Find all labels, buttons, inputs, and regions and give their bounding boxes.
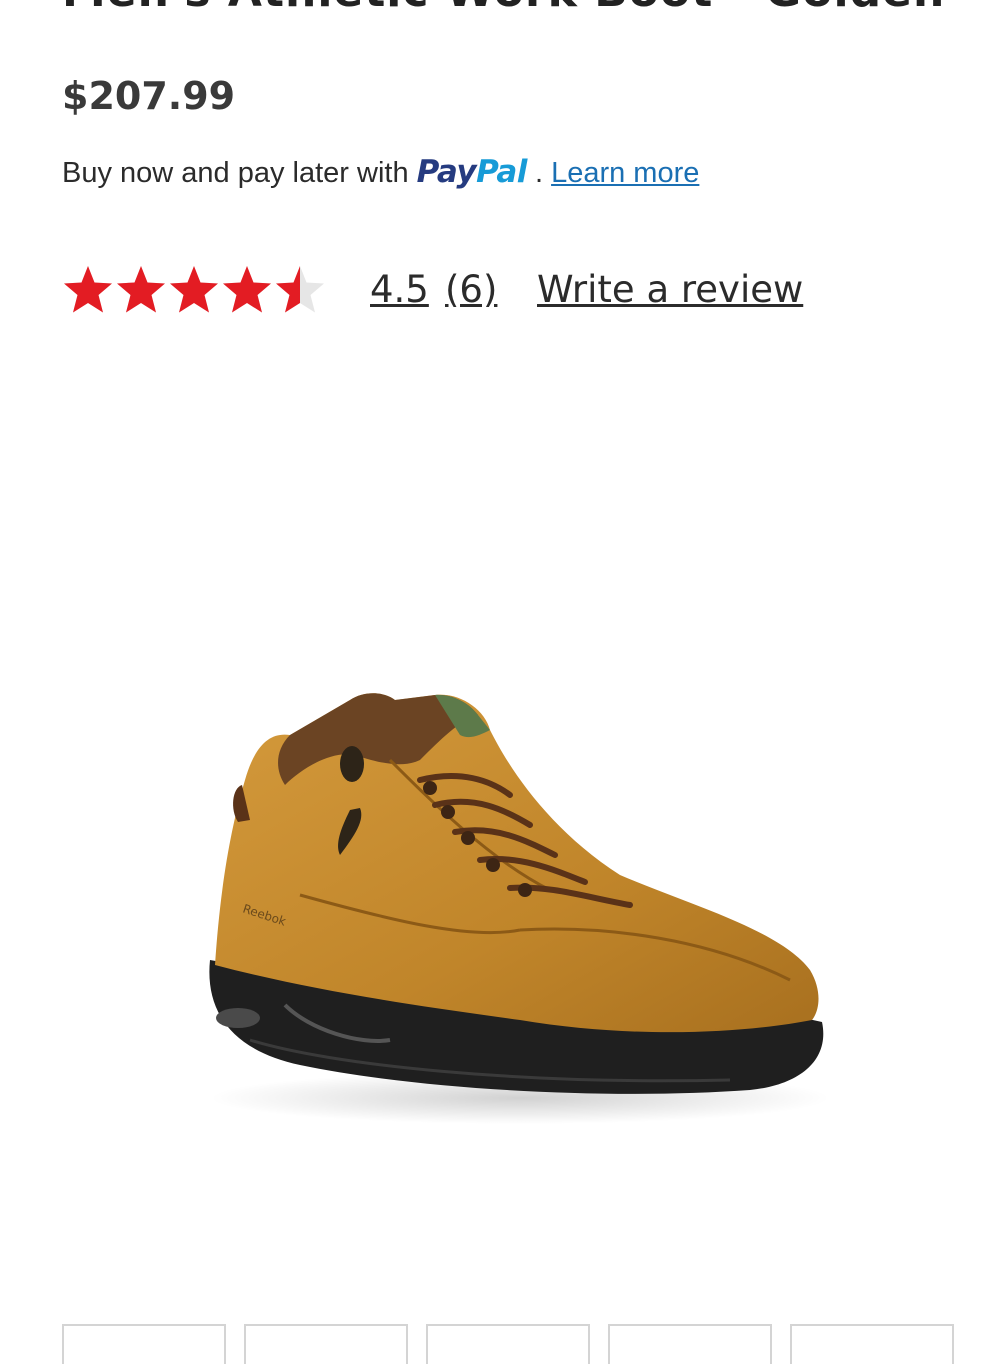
rating-row: 4.5 (6) Write a review — [62, 262, 942, 318]
thumbnail-3[interactable] — [426, 1324, 590, 1364]
thumbnail-4[interactable] — [608, 1324, 772, 1364]
star-icon — [64, 266, 112, 313]
paypal-logo: PayPal — [416, 154, 528, 190]
write-review-link[interactable]: Write a review — [537, 266, 803, 314]
boot-image[interactable]: Reebok — [190, 660, 850, 1130]
product-title: Men's Athletic Work Boot - Golden Tan — [62, 0, 962, 16]
paylater-message: Buy now and pay later with PayPal . Lear… — [62, 152, 699, 193]
paypal-logo-pay: Pay — [416, 154, 477, 190]
paylater-prefix: Buy now and pay later with — [62, 157, 409, 189]
learn-more-link[interactable]: Learn more — [551, 157, 699, 189]
paylater-separator: . — [534, 157, 543, 189]
rating-value-link[interactable]: 4.5 — [370, 266, 429, 314]
star-icon — [117, 266, 165, 313]
boot-icon: Reebok — [209, 693, 830, 1124]
thumbnail-1[interactable] — [62, 1324, 226, 1364]
star-icon — [223, 266, 271, 313]
product-price: $207.99 — [62, 74, 236, 118]
star-rating — [62, 264, 332, 316]
thumbnail-2[interactable] — [244, 1324, 408, 1364]
star-icon — [276, 266, 324, 313]
thumbnail-5[interactable] — [790, 1324, 954, 1364]
paypal-logo-pal: Pal — [476, 154, 527, 190]
star-icon — [170, 266, 218, 313]
thumbnail-strip — [62, 1324, 962, 1364]
review-count-link[interactable]: (6) — [445, 266, 497, 314]
